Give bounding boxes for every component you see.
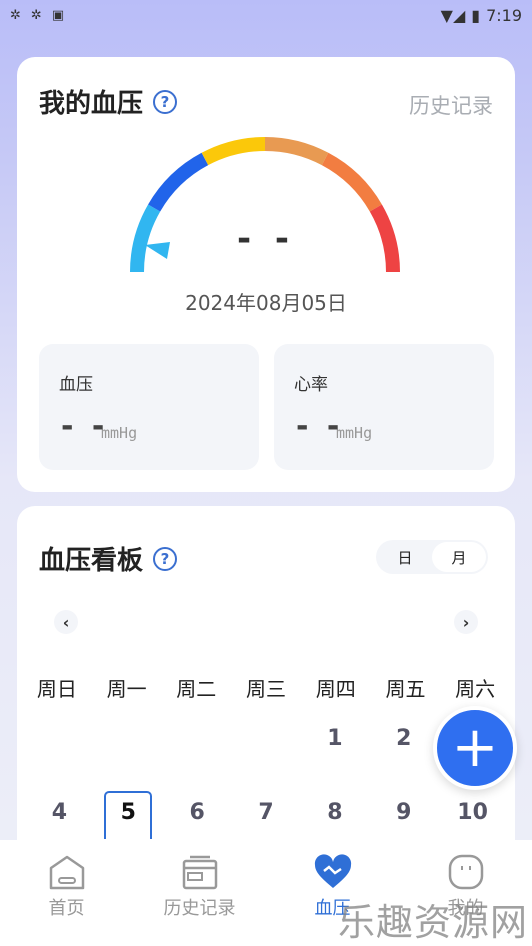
calendar-day[interactable]: 2: [369, 726, 438, 751]
day-month-toggle: 日 月: [376, 540, 488, 574]
heart-rate-box: 心率 - - mmHg: [274, 344, 494, 470]
calendar-day: [163, 726, 232, 751]
my-blood-pressure-card: 我的血压? 历史记录 - - 2024年08月05日 血压 - - mmHg 心…: [17, 57, 515, 492]
gauge-segment: [201, 137, 266, 166]
calendar-day: [25, 726, 94, 751]
sync-icon: ✲: [30, 7, 42, 23]
card-title: 我的血压: [39, 89, 144, 119]
gauge-segment: [148, 152, 209, 212]
profile-icon: [448, 854, 483, 890]
help-icon[interactable]: ?: [153, 546, 178, 571]
tab-home[interactable]: 首页: [0, 840, 133, 946]
calendar-day[interactable]: 9: [369, 800, 438, 839]
weekday-label: 周三: [246, 677, 287, 701]
calendar-icon: [182, 855, 217, 890]
gauge-segment: [264, 137, 329, 166]
history-link[interactable]: 历史记录: [409, 90, 493, 120]
battery-icon: ▮: [471, 5, 481, 25]
calendar-day[interactable]: 4: [25, 800, 94, 839]
calendar-day[interactable]: 7: [232, 800, 301, 839]
bp-label: 血压: [59, 375, 93, 395]
status-bar: ✲ ✲ ▣ ▼◢ ▮ 7:19: [0, 0, 532, 30]
clock: 7:19: [486, 5, 522, 25]
weekday-label: 周四: [315, 677, 356, 701]
weekday-header: 周日 周一 周二 周三 周四 周五 周六: [22, 673, 510, 702]
calendar-day: [94, 726, 163, 751]
bp-unit: mmHg: [101, 424, 138, 442]
calendar-day[interactable]: 1: [300, 726, 369, 751]
weekday-label: 周二: [176, 677, 217, 701]
keyboard-icon: ▣: [51, 7, 65, 23]
help-icon[interactable]: ?: [153, 89, 178, 114]
tab-label: 历史记录: [163, 898, 236, 919]
weekday-label: 周五: [385, 677, 426, 701]
date-label[interactable]: 2024年08月05日: [17, 287, 515, 316]
calendar-day[interactable]: 8: [300, 800, 369, 839]
add-record-button[interactable]: +: [433, 706, 517, 790]
toggle-day[interactable]: 日: [378, 542, 432, 572]
toggle-month[interactable]: 月: [432, 542, 486, 572]
hr-unit: mmHg: [336, 424, 373, 442]
heart-pulse-icon: [314, 854, 351, 888]
calendar-day[interactable]: 10: [438, 800, 507, 839]
hr-label: 心率: [294, 375, 328, 395]
next-month-button[interactable]: ›: [454, 610, 478, 634]
selected-day[interactable]: 5: [104, 791, 153, 839]
wifi-icon: ▼◢: [440, 5, 466, 25]
card-title: 血压看板: [39, 546, 144, 576]
calendar-day[interactable]: 6: [163, 800, 232, 839]
gauge-segment: [321, 152, 382, 212]
blood-pressure-gauge: [130, 137, 400, 273]
prev-month-button[interactable]: ‹: [54, 610, 78, 634]
home-icon: [49, 855, 84, 890]
watermark: 乐趣资源网: [338, 901, 528, 944]
gauge-value: - -: [236, 219, 296, 259]
weekday-label: 周日: [36, 677, 77, 701]
calendar-day: [232, 726, 301, 751]
weekday-label: 周一: [106, 677, 147, 701]
tab-label: 首页: [48, 898, 85, 919]
blood-pressure-box: 血压 - - mmHg: [39, 344, 259, 470]
calendar-day[interactable]: 5: [94, 791, 163, 839]
weekday-label: 周六: [455, 677, 496, 701]
sync-icon: ✲: [10, 7, 21, 23]
calendar-week: 4 5 6 7 8 9 10: [25, 791, 507, 839]
tab-history[interactable]: 历史记录: [133, 840, 266, 946]
